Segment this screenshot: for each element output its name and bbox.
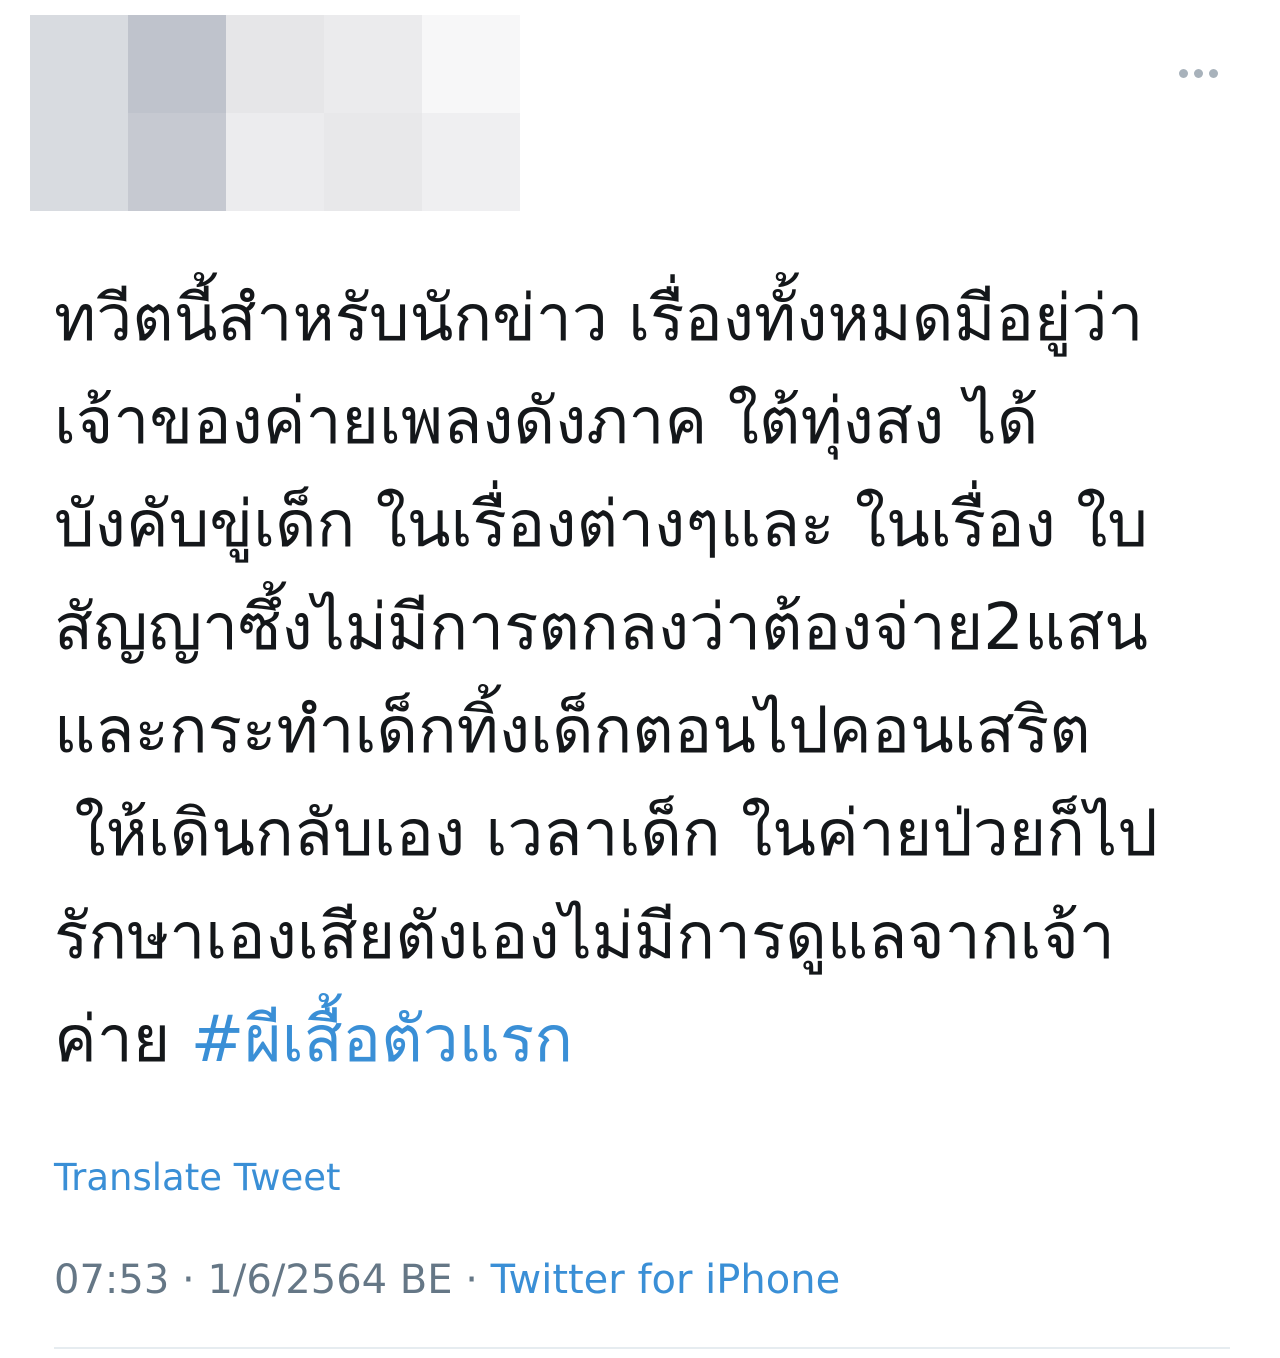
more-dot-icon xyxy=(1178,68,1188,78)
avatar-blur-cell xyxy=(226,113,324,211)
avatar-blur-cell xyxy=(422,15,520,113)
avatar-blur-cell xyxy=(324,15,422,113)
avatar-blur-cell xyxy=(226,15,324,113)
avatar-blur-cell xyxy=(422,113,520,211)
translate-tweet-link[interactable]: Translate Tweet xyxy=(54,1152,341,1204)
more-dot-icon xyxy=(1193,68,1203,78)
tweet-line: เจ้าของค่ายเพลงดังภาค ใต้ทุ่งสง ได้ xyxy=(54,385,1039,459)
tweet-line: สัญญาซึ้งไม่มีการตกลงว่าต้องจ่าย2แสน xyxy=(54,591,1148,665)
tweet-line: รักษาเองเสียตังเองไม่มีการดูแลจากเจ้า xyxy=(54,900,1115,974)
tweet-line: ให้เดินกลับเอง เวลาเด็ก ในค่ายป่วยก็ไป xyxy=(54,797,1158,871)
more-options-button[interactable] xyxy=(1168,58,1228,88)
tweet-text: ทวีตนี้สำหรับนักข่าว เรื่องทั้งหมดมีอยู่… xyxy=(54,268,1234,1092)
avatar-blur-cell xyxy=(30,15,128,113)
tweet-line: และกระทำเด็กทิ้งเด็กตอนไปคอนเสริต xyxy=(54,694,1091,768)
tweet-line: บังคับขู่เด็ก ในเรื่องต่างๆและ ในเรื่อง … xyxy=(54,488,1148,562)
avatar-blur-cell xyxy=(30,113,128,211)
tweet-date: 1/6/2564 BE xyxy=(207,1257,453,1303)
tweet-meta: 07:53 · 1/6/2564 BE · Twitter for iPhone xyxy=(54,1252,840,1308)
meta-separator: · xyxy=(169,1257,208,1303)
divider xyxy=(54,1347,1230,1349)
tweet-source-link[interactable]: Twitter for iPhone xyxy=(491,1257,841,1303)
tweet-line-text: ค่าย xyxy=(54,1003,191,1077)
more-dot-icon xyxy=(1208,68,1218,78)
tweet-last-line: ค่าย #ผีเสื้อตัวแรก xyxy=(54,989,1234,1092)
blurred-avatar xyxy=(30,15,520,211)
tweet-line: ทวีตนี้สำหรับนักข่าว เรื่องทั้งหมดมีอยู่… xyxy=(54,282,1144,356)
avatar-blur-cell xyxy=(128,15,226,113)
hashtag-link[interactable]: #ผีเสื้อตัวแรก xyxy=(191,1003,573,1077)
avatar-blur-cell xyxy=(324,113,422,211)
avatar-blur-cell xyxy=(128,113,226,211)
tweet-time: 07:53 xyxy=(54,1257,170,1303)
meta-separator: · xyxy=(452,1257,491,1303)
